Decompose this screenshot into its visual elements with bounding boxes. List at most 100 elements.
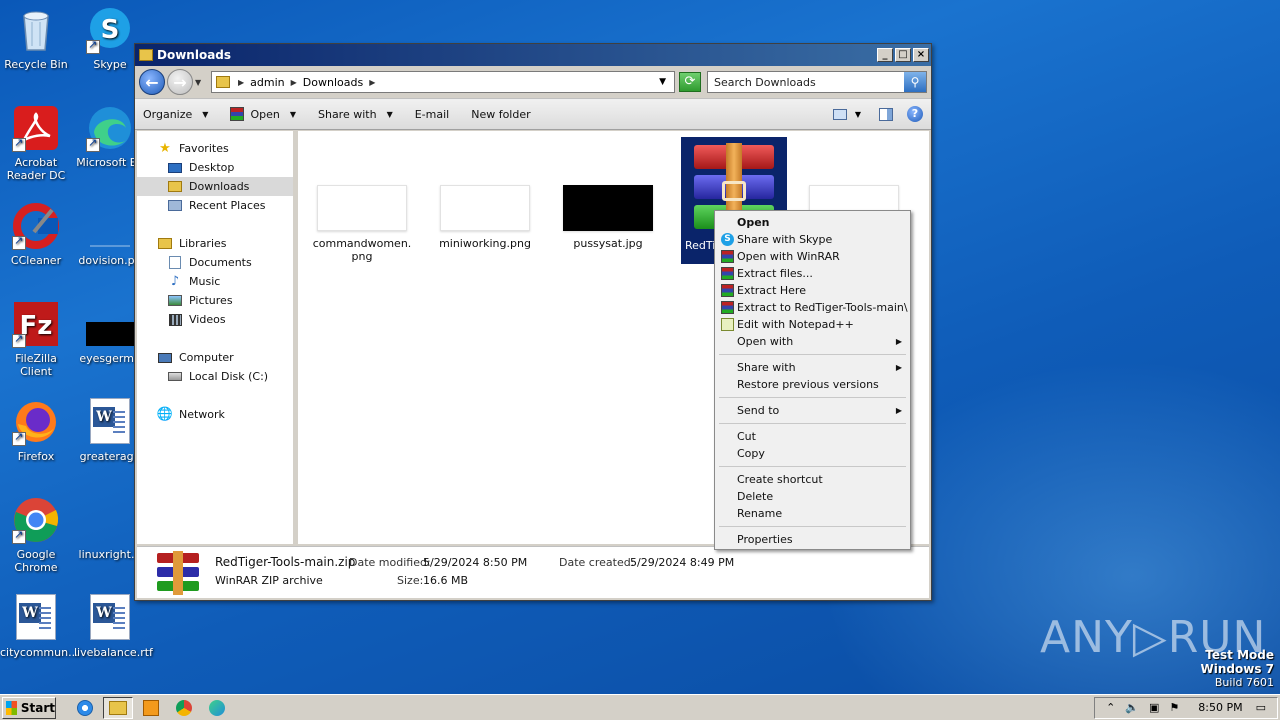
nav-music[interactable]: ♪ Music	[137, 272, 293, 291]
pane-splitter[interactable]	[293, 131, 297, 544]
network-tray-icon[interactable]: ▣	[1149, 701, 1159, 714]
change-view-icon[interactable]	[832, 108, 847, 120]
navigation-pane: ★ Favorites Desktop Downloads Recent Plac…	[137, 131, 297, 544]
menu-item-create-shortcut[interactable]: Create shortcut	[717, 471, 908, 488]
show-hidden-icons-icon[interactable]: ⌃	[1106, 701, 1115, 714]
taskbar-edge-button[interactable]	[202, 697, 232, 719]
taskbar-media-player-button[interactable]	[136, 697, 166, 719]
desktop-icon-citycommun[interactable]: W citycommun...	[0, 594, 79, 659]
file-item[interactable]: pussysat.jpg	[558, 185, 658, 250]
menu-item-delete[interactable]: Delete	[717, 488, 908, 505]
open-button[interactable]: Open ▼	[230, 107, 296, 121]
close-button[interactable]: ×	[913, 48, 929, 62]
title-bar[interactable]: Downloads _ □ ×	[135, 44, 931, 66]
size-value: 16.6 MB	[423, 574, 469, 587]
taskbar-clock[interactable]: 8:50 PM	[1198, 701, 1242, 714]
action-center-flag-icon[interactable]: ⚑	[1169, 701, 1179, 714]
menu-item-share-skype[interactable]: S Share with Skype	[717, 231, 908, 248]
forward-button[interactable]: →	[167, 69, 193, 95]
menu-item-open-with[interactable]: Open with ▶	[717, 333, 908, 350]
desktop-icon-label: livebalance.rtf	[74, 646, 153, 659]
breadcrumb-admin[interactable]: admin	[250, 76, 284, 89]
submenu-arrow-icon: ▶	[895, 337, 902, 346]
menu-item-edit-notepadpp[interactable]: Edit with Notepad++	[717, 316, 908, 333]
organize-button[interactable]: Organize ▼	[143, 108, 208, 121]
nav-favorites[interactable]: ★ Favorites	[137, 139, 293, 158]
file-item[interactable]: miniworking.png	[435, 185, 535, 250]
menu-label: Copy	[737, 447, 765, 460]
desktop-icon-filezilla[interactable]: Fz FileZilla Client	[0, 300, 72, 378]
preview-pane-icon[interactable]	[879, 107, 893, 121]
menu-item-send-to[interactable]: Send to ▶	[717, 402, 908, 419]
nav-network[interactable]: 🌐 Network	[137, 405, 293, 424]
breadcrumb-downloads[interactable]: Downloads	[303, 76, 363, 89]
taskbar-chrome-button[interactable]	[169, 697, 199, 719]
image-thumbnail	[440, 185, 530, 231]
desktop-icon-label: citycommun...	[0, 646, 79, 659]
date-modified-label: Date modified:	[349, 556, 431, 569]
menu-item-open-winrar[interactable]: Open with WinRAR	[717, 248, 908, 265]
menu-label: Cut	[737, 430, 756, 443]
menu-item-properties[interactable]: Properties	[717, 531, 908, 548]
desktop-icon-acrobat[interactable]: Acrobat Reader DC	[0, 104, 72, 182]
desktop-icon-firefox[interactable]: Firefox	[0, 398, 72, 463]
chevron-right-icon[interactable]: ▶	[291, 78, 297, 87]
start-button[interactable]: Start	[2, 696, 56, 719]
chevron-right-icon[interactable]: ▶	[369, 78, 375, 87]
nav-computer[interactable]: Computer	[137, 348, 293, 367]
new-folder-button[interactable]: New folder	[471, 108, 530, 121]
nav-libraries[interactable]: Libraries	[137, 234, 293, 253]
winrar-icon	[721, 250, 734, 263]
desktop-icon-recycle-bin[interactable]: Recycle Bin	[0, 6, 72, 71]
menu-item-extract-to[interactable]: Extract to RedTiger-Tools-main\	[717, 299, 908, 316]
search-input[interactable]: Search Downloads ⚲	[707, 71, 927, 93]
chevron-down-icon[interactable]: ▼	[855, 110, 861, 119]
desktop-icon-livebalance[interactable]: W livebalance.rtf	[74, 594, 153, 659]
menu-item-copy[interactable]: Copy	[717, 445, 908, 462]
menu-item-extract-files[interactable]: Extract files...	[717, 265, 908, 282]
desktop-icon-chrome[interactable]: Google Chrome	[0, 496, 72, 574]
address-field[interactable]: ▶ admin ▶ Downloads ▶ ▼	[211, 71, 675, 93]
nav-label: Recent Places	[189, 199, 266, 212]
volume-icon[interactable]: 🔈	[1125, 701, 1139, 714]
nav-pictures[interactable]: Pictures	[137, 291, 293, 310]
show-desktop-icon[interactable]: ▭	[1256, 701, 1266, 714]
nav-label: Local Disk (C:)	[189, 370, 269, 383]
menu-item-restore-versions[interactable]: Restore previous versions	[717, 376, 908, 393]
desktop-icon-label: FileZilla Client	[15, 352, 57, 378]
nav-videos[interactable]: Videos	[137, 310, 293, 329]
minimize-button[interactable]: _	[877, 48, 893, 62]
nav-recent-places[interactable]: Recent Places	[137, 196, 293, 215]
maximize-button[interactable]: □	[895, 48, 911, 62]
share-with-button[interactable]: Share with ▼	[318, 108, 393, 121]
taskbar: Start ⌃ 🔈 ▣ ⚑ 8:50 PM ▭	[0, 694, 1280, 720]
winrar-archive-icon	[155, 551, 201, 595]
back-button[interactable]: ←	[139, 69, 165, 95]
new-folder-label: New folder	[471, 107, 531, 121]
nav-documents[interactable]: Documents	[137, 253, 293, 272]
address-dropdown-icon[interactable]: ▼	[659, 77, 666, 87]
recycle-bin-icon	[12, 6, 60, 54]
menu-label: Open with WinRAR	[737, 250, 840, 263]
menu-item-cut[interactable]: Cut	[717, 428, 908, 445]
nav-desktop[interactable]: Desktop	[137, 158, 293, 177]
taskbar-explorer-button[interactable]	[103, 696, 133, 719]
refresh-button[interactable]: ⟳	[679, 72, 701, 92]
menu-item-extract-here[interactable]: Extract Here	[717, 282, 908, 299]
menu-item-open[interactable]: Open	[717, 214, 908, 231]
shortcut-arrow-icon	[12, 332, 26, 348]
menu-item-rename[interactable]: Rename	[717, 505, 908, 522]
file-item[interactable]: commandwomen.png	[312, 185, 412, 263]
help-icon[interactable]: ?	[907, 106, 923, 122]
email-button[interactable]: E-mail	[415, 108, 450, 121]
recent-pages-dropdown[interactable]: ▼	[195, 78, 205, 87]
nav-downloads[interactable]: Downloads	[137, 177, 293, 196]
details-filename: RedTiger-Tools-main.zip	[215, 555, 356, 569]
chevron-right-icon[interactable]: ▶	[238, 78, 244, 87]
search-icon[interactable]: ⚲	[904, 72, 926, 92]
desktop-icon-ccleaner[interactable]: CCleaner	[0, 202, 72, 267]
menu-separator	[719, 354, 906, 355]
taskbar-ie-button[interactable]	[70, 697, 100, 719]
nav-local-disk[interactable]: Local Disk (C:)	[137, 367, 293, 386]
menu-item-share-with[interactable]: Share with ▶	[717, 359, 908, 376]
